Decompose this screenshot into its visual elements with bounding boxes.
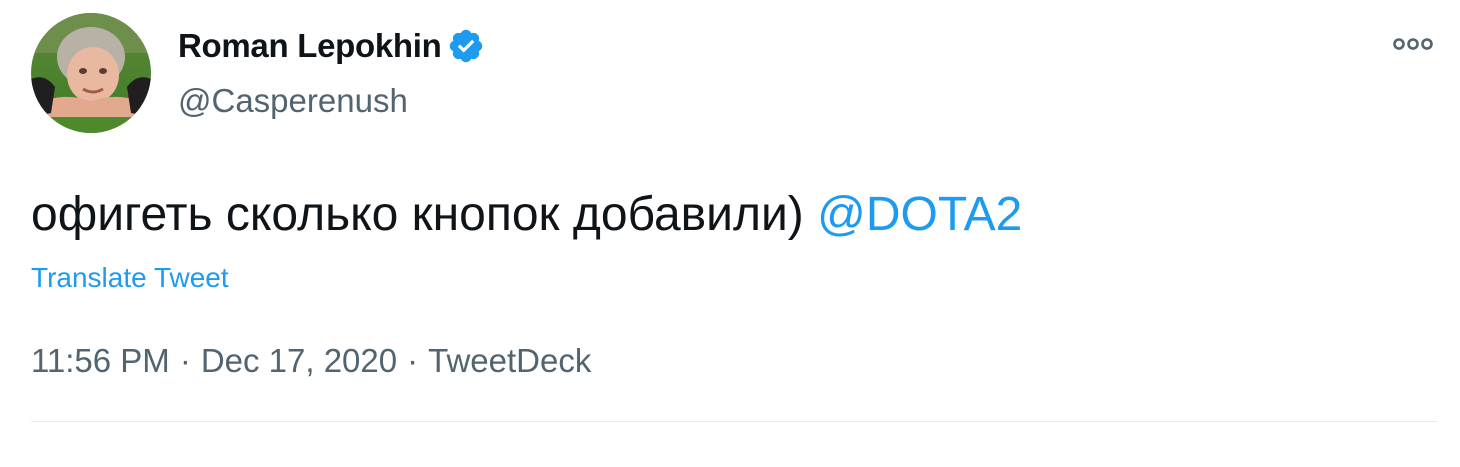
divider (31, 421, 1437, 422)
verified-badge-icon (447, 27, 485, 65)
tweet-text: офигеть сколько кнопок добавили) @DOTA2 (31, 182, 1022, 248)
mention-link[interactable]: @DOTA2 (817, 188, 1022, 241)
more-options-icon[interactable] (1392, 34, 1434, 54)
author-block: Roman Lepokhin @Casperenush (178, 24, 485, 120)
display-name[interactable]: Roman Lepokhin (178, 27, 442, 65)
tweet-time[interactable]: 11:56 PM (31, 342, 170, 379)
tweet-date[interactable]: Dec 17, 2020 (201, 342, 397, 379)
name-row: Roman Lepokhin (178, 24, 485, 68)
tweet-metadata: 11:56 PM · Dec 17, 2020 · TweetDeck (31, 342, 591, 380)
avatar-photo-icon (31, 13, 151, 133)
tweet-source[interactable]: TweetDeck (428, 342, 591, 379)
avatar[interactable] (31, 13, 151, 133)
translate-tweet-link[interactable]: Translate Tweet (31, 262, 229, 294)
tweet-body: офигеть сколько кнопок добавили) (31, 188, 804, 241)
separator: · (179, 342, 191, 379)
tweet-card: Roman Lepokhin @Casperenush офигеть скол… (0, 0, 1460, 467)
user-handle[interactable]: @Casperenush (178, 82, 485, 120)
separator: · (407, 342, 419, 379)
